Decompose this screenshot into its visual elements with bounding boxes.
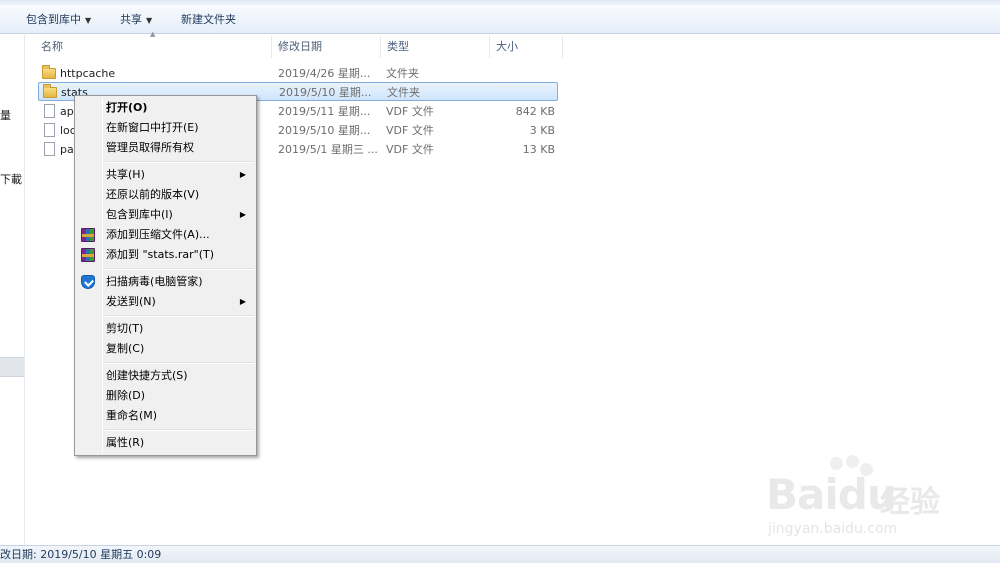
details-status-bar: 改日期: 2019/5/10 星期五 0:09	[0, 545, 1000, 563]
menu-item-copy[interactable]: 复制(C)	[77, 339, 254, 359]
menu-item-restore-versions[interactable]: 还原以前的版本(V)	[77, 185, 254, 205]
menu-item-label: 共享(H)	[106, 168, 145, 181]
menu-item-label: 删除(D)	[106, 389, 146, 402]
file-date: 2019/5/10 星期...	[279, 86, 372, 99]
menu-item-label: 添加到压缩文件(A)...	[106, 228, 210, 241]
menu-item-label: 还原以前的版本(V)	[106, 188, 200, 201]
watermark-logo: Baidu	[766, 470, 897, 519]
menu-separator	[105, 362, 254, 364]
column-header-date[interactable]: 修改日期	[272, 36, 322, 58]
navigation-pane[interactable]: 量 下載	[0, 35, 25, 545]
menu-item-label: 属性(R)	[106, 436, 145, 449]
menu-item-delete[interactable]: 删除(D)	[77, 386, 254, 406]
file-type: VDF 文件	[386, 105, 434, 118]
watermark-url: jingyan.baidu.com	[768, 521, 898, 537]
column-header-name[interactable]: 名称	[35, 36, 63, 58]
menu-separator	[105, 429, 254, 431]
file-size: 13 KB	[522, 143, 555, 156]
folder-icon	[43, 84, 57, 98]
menu-item-rename[interactable]: 重命名(M)	[77, 406, 254, 426]
file-date: 2019/5/10 星期...	[278, 124, 371, 137]
folder-icon	[42, 65, 56, 79]
file-type: 文件夹	[387, 86, 420, 99]
file-size: 3 KB	[529, 124, 555, 137]
menu-item-label: 重命名(M)	[106, 409, 158, 422]
menu-item-take-ownership[interactable]: 管理员取得所有权	[77, 138, 254, 158]
menu-separator	[105, 315, 254, 317]
share-label: 共享	[120, 13, 142, 26]
menu-item-label: 打开(O)	[106, 101, 148, 114]
menu-item-open[interactable]: 打开(O)	[77, 98, 254, 118]
file-date: 2019/5/11 星期...	[278, 105, 371, 118]
file-date: 2019/5/1 星期三 ...	[278, 143, 378, 156]
menu-item-label: 剪切(T)	[106, 322, 144, 335]
menu-separator	[105, 268, 254, 270]
paw-icon	[846, 455, 859, 468]
menu-item-label: 添加到 "stats.rar"(T)	[106, 248, 215, 261]
include-library-button[interactable]: 包含到库中 ▼	[20, 5, 97, 34]
nav-item-downloads-fragment[interactable]: 下載	[0, 171, 22, 187]
submenu-arrow-icon: ▶	[239, 210, 246, 219]
baidu-jingyan-watermark: Baidu 经验 jingyan.baidu.com	[760, 455, 960, 545]
file-date: 2019/4/26 星期...	[278, 67, 371, 80]
menu-item-label: 扫描病毒(电脑管家)	[106, 275, 203, 288]
menu-item-label: 复制(C)	[106, 342, 145, 355]
column-header-size[interactable]: 大小	[490, 36, 518, 58]
nav-selected-item[interactable]	[0, 357, 24, 377]
file-type: VDF 文件	[386, 143, 434, 156]
winrar-icon	[81, 248, 95, 262]
menu-item-open-new-window[interactable]: 在新窗口中打开(E)	[77, 118, 254, 138]
file-size	[499, 83, 556, 102]
menu-item-send-to[interactable]: 发送到(N) ▶	[77, 292, 254, 312]
menu-separator	[105, 161, 254, 163]
column-divider[interactable]	[562, 36, 563, 58]
menu-item-label: 发送到(N)	[106, 295, 156, 308]
column-header-type[interactable]: 类型	[381, 36, 409, 58]
file-icon	[44, 142, 55, 156]
file-name: ap	[60, 105, 74, 118]
winrar-icon	[81, 228, 95, 242]
menu-item-label: 包含到库中(I)	[106, 208, 173, 221]
nav-item-fragment[interactable]: 量	[0, 107, 11, 123]
menu-item-add-archive[interactable]: 添加到压缩文件(A)...	[77, 225, 254, 245]
menu-item-include-library[interactable]: 包含到库中(I) ▶	[77, 205, 254, 225]
new-folder-button[interactable]: 新建文件夹	[175, 5, 242, 34]
file-row-httpcache[interactable]: httpcache 2019/4/26 星期... 文件夹	[38, 64, 558, 83]
file-name: pa	[60, 143, 74, 156]
file-icon	[44, 123, 55, 137]
file-size: 842 KB	[515, 105, 555, 118]
status-modified-date: 改日期: 2019/5/10 星期五 0:09	[0, 548, 162, 561]
sort-up-icon: ▲	[150, 30, 156, 38]
file-type: VDF 文件	[386, 124, 434, 137]
chevron-down-icon: ▼	[85, 16, 92, 25]
menu-item-scan-virus[interactable]: 扫描病毒(电脑管家)	[77, 272, 254, 292]
menu-item-create-shortcut[interactable]: 创建快捷方式(S)	[77, 366, 254, 386]
new-folder-label: 新建文件夹	[181, 13, 236, 26]
submenu-arrow-icon: ▶	[239, 297, 246, 306]
include-library-label: 包含到库中	[26, 13, 81, 26]
context-menu: 打开(O) 在新窗口中打开(E) 管理员取得所有权 共享(H) ▶ 还原以前的版本…	[74, 95, 257, 456]
menu-item-cut[interactable]: 剪切(T)	[77, 319, 254, 339]
file-name: httpcache	[60, 67, 116, 80]
submenu-arrow-icon: ▶	[239, 170, 246, 179]
menu-item-label: 管理员取得所有权	[106, 141, 194, 154]
menu-item-label: 创建快捷方式(S)	[106, 369, 188, 382]
menu-item-add-to-rar[interactable]: 添加到 "stats.rar"(T)	[77, 245, 254, 265]
menu-item-label: 在新窗口中打开(E)	[106, 121, 199, 134]
shield-icon	[81, 275, 95, 289]
menu-item-properties[interactable]: 属性(R)	[77, 433, 254, 453]
file-size	[498, 64, 555, 83]
file-type: 文件夹	[386, 67, 419, 80]
paw-icon	[830, 457, 843, 470]
chevron-down-icon: ▼	[146, 16, 153, 25]
watermark-title: 经验	[880, 485, 940, 520]
file-icon	[44, 104, 55, 118]
menu-item-share[interactable]: 共享(H) ▶	[77, 165, 254, 185]
